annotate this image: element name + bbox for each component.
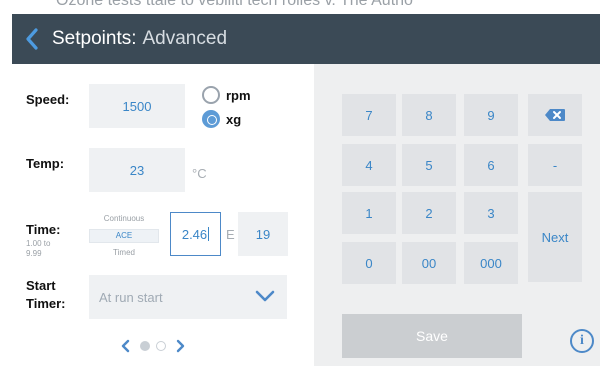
radio-rpm <box>202 86 220 104</box>
key-0[interactable]: 0 <box>342 242 396 284</box>
key-6[interactable]: 6 <box>464 144 518 186</box>
temp-label: Temp: <box>26 156 65 171</box>
info-icon: i <box>580 333 584 348</box>
page-title-main: Setpoints: <box>52 28 137 49</box>
key-9[interactable]: 9 <box>464 94 518 136</box>
info-button[interactable]: i <box>570 329 594 353</box>
chevron-left-icon <box>121 339 130 353</box>
next-button[interactable]: Next <box>528 192 582 282</box>
key-00[interactable]: 00 <box>402 242 456 284</box>
back-chevron-icon <box>26 28 38 50</box>
top-fragment-text: Ozone tests ttale to vebiliti tech rolle… <box>56 0 413 9</box>
chevron-right-icon <box>176 339 185 353</box>
time-mantissa-value: 2.46 <box>181 226 208 242</box>
time-range-1: 1.00 to <box>26 239 51 248</box>
start-timer-value: At run start <box>99 289 163 305</box>
time-exponent-label: E <box>226 227 235 242</box>
speed-field[interactable]: 1500 <box>89 84 185 128</box>
back-button[interactable] <box>12 14 52 64</box>
temp-field[interactable]: 23 <box>89 148 185 192</box>
header-bar: Setpoints: Advanced <box>12 14 600 64</box>
radio-xg-label: xg <box>226 111 242 127</box>
next-page-button[interactable] <box>172 337 190 355</box>
time-mode-picker[interactable]: Continuous ACE Timed <box>89 212 159 258</box>
key-4[interactable]: 4 <box>342 144 396 186</box>
speed-unit-rpm[interactable]: rpm <box>202 86 251 104</box>
key-8[interactable]: 8 <box>402 94 456 136</box>
picker-option-continuous[interactable]: Continuous <box>89 214 159 223</box>
settings-panel: Speed: 1500 rpm xg Temp: 23 °C Time: 1.0… <box>12 64 314 366</box>
radio-rpm-label: rpm <box>226 87 251 103</box>
speed-label: Speed: <box>26 92 70 107</box>
start-timer-dropdown[interactable]: At run start <box>89 275 287 319</box>
backspace-button[interactable] <box>528 94 582 136</box>
picker-option-ace[interactable]: ACE <box>89 231 159 240</box>
start-timer-label-1: Start <box>26 278 56 293</box>
radio-xg <box>202 110 220 128</box>
time-range-2: 9.99 <box>26 249 42 258</box>
time-label: Time: <box>26 222 61 237</box>
start-timer-label-2: Timer: <box>26 296 66 311</box>
key-3[interactable]: 3 <box>464 192 518 234</box>
top-cropped-text: Ozone tests ttale to vebiliti tech rolle… <box>0 0 614 14</box>
page-dot-1 <box>140 341 150 351</box>
key-2[interactable]: 2 <box>402 192 456 234</box>
backspace-icon <box>545 109 565 121</box>
text-cursor <box>208 227 210 241</box>
key-1[interactable]: 1 <box>342 192 396 234</box>
key-000[interactable]: 000 <box>464 242 518 284</box>
page-indicator <box>116 334 216 358</box>
key-7[interactable]: 7 <box>342 94 396 136</box>
temp-unit: °C <box>192 166 207 181</box>
speed-unit-xg[interactable]: xg <box>202 110 241 128</box>
main-content: Speed: 1500 rpm xg Temp: 23 °C Time: 1.0… <box>12 64 600 366</box>
page-dot-2 <box>156 341 166 351</box>
save-button[interactable]: Save <box>342 314 522 358</box>
page-title-sub: Advanced <box>142 28 228 49</box>
time-exponent-field[interactable]: 19 <box>238 212 288 256</box>
prev-page-button[interactable] <box>116 337 134 355</box>
chevron-down-icon <box>255 290 275 302</box>
picker-option-timed[interactable]: Timed <box>89 248 159 257</box>
time-mantissa-input[interactable]: 2.46 <box>170 212 221 256</box>
key-minus[interactable]: - <box>528 144 582 186</box>
key-5[interactable]: 5 <box>402 144 456 186</box>
page-title: Setpoints: Advanced <box>52 14 227 64</box>
